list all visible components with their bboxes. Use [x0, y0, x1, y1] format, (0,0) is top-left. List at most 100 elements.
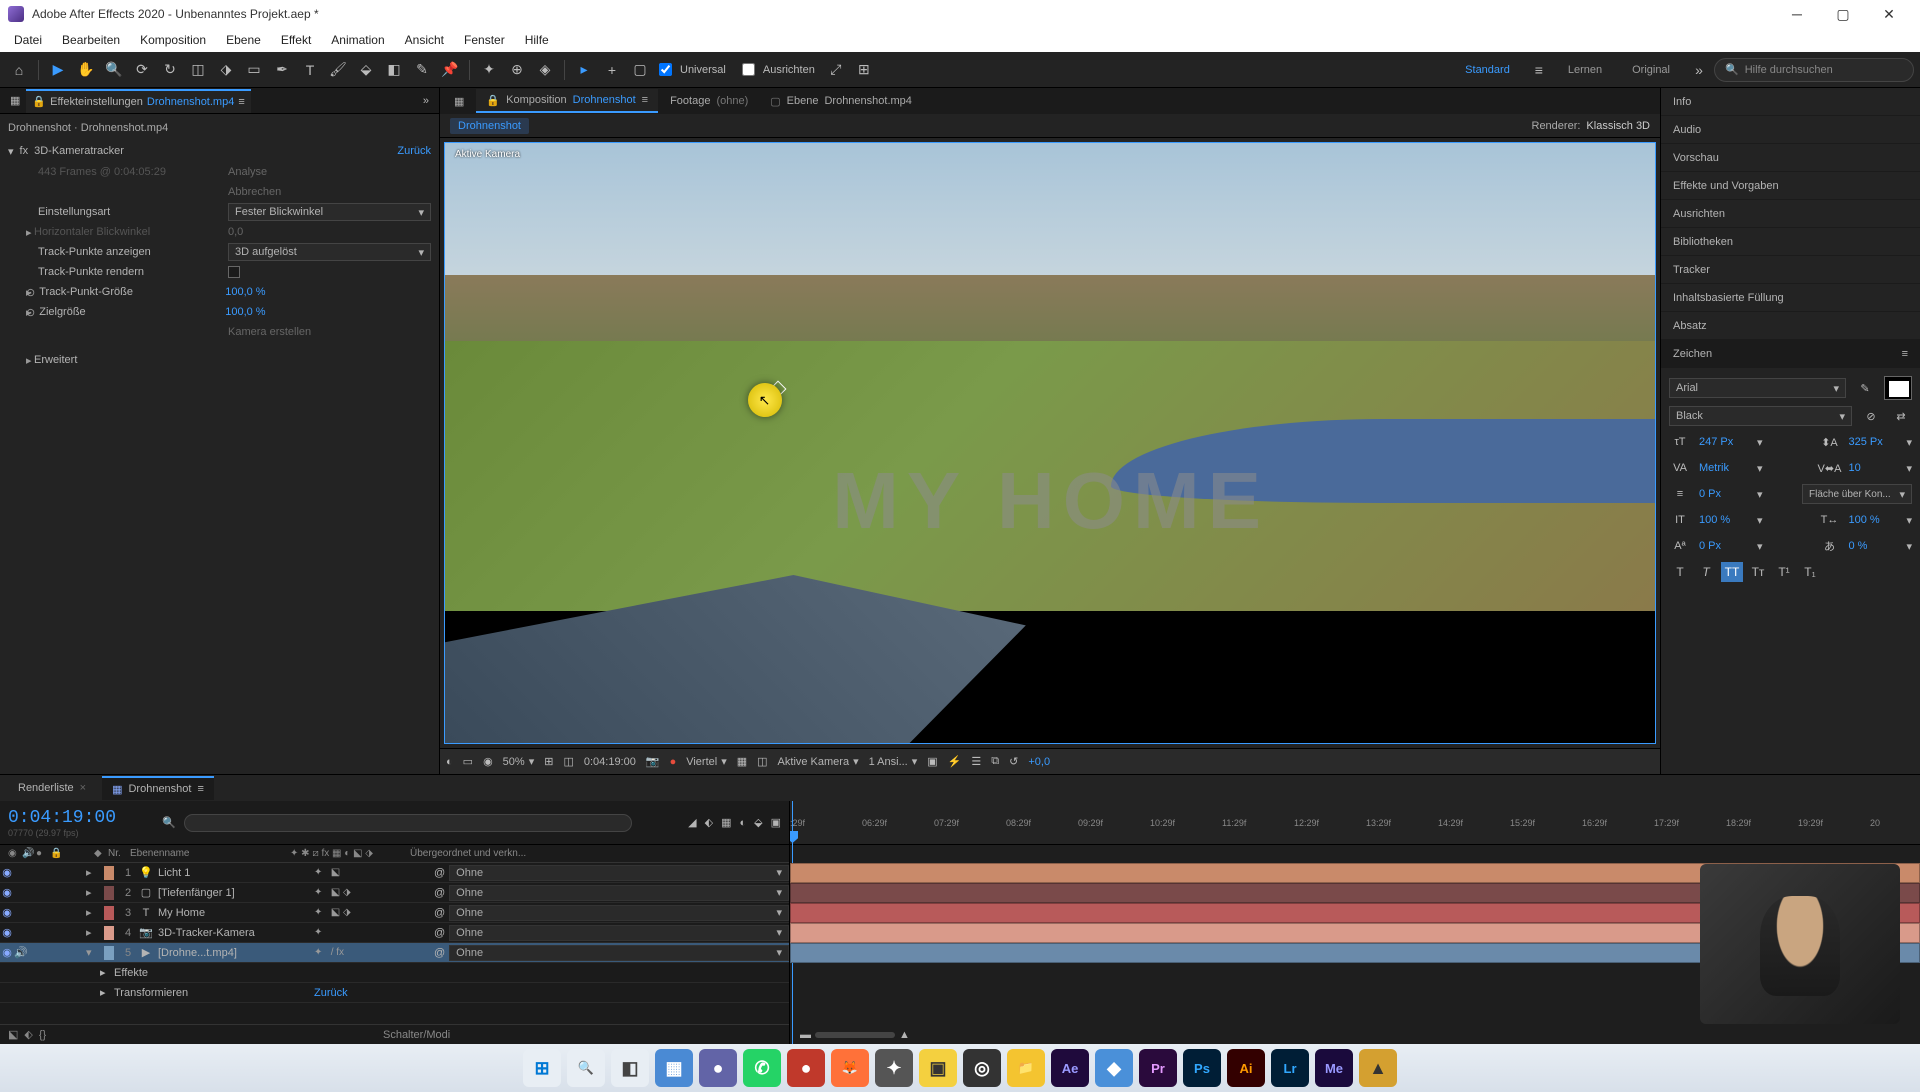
parent-dropdown[interactable]: Ohne▾: [449, 885, 789, 901]
close-button[interactable]: ✕: [1866, 0, 1912, 28]
taskbar-whatsapp[interactable]: ✆: [743, 1049, 781, 1087]
tpg-twirl-icon[interactable]: ▸: [8, 286, 26, 299]
brush-tool-icon[interactable]: 🖌: [325, 57, 351, 83]
taskbar-app3[interactable]: ◆: [1095, 1049, 1133, 1087]
roi-icon[interactable]: ◫: [563, 755, 573, 768]
advanced-twirl-icon[interactable]: ▸: [8, 354, 26, 367]
flowchart-icon[interactable]: ⧉: [991, 755, 999, 768]
channel-icon[interactable]: ▭: [463, 755, 473, 768]
layer-row[interactable]: ◉ ▸ 4 📷 3D-Tracker-Kamera ✦ @Ohne▾: [0, 923, 789, 943]
tab-menu-icon[interactable]: ≡: [238, 96, 244, 108]
stamp-tool-icon[interactable]: ⬙: [353, 57, 379, 83]
zoom-in-icon[interactable]: ▲: [899, 1029, 910, 1041]
panel-tab-audio[interactable]: Audio: [1661, 116, 1920, 144]
character-panel-tab[interactable]: Zeichen≡: [1661, 340, 1920, 368]
color-mgmt-icon[interactable]: ●: [670, 756, 677, 768]
taskbar-search[interactable]: 🔍: [567, 1049, 605, 1087]
brainstorm-icon[interactable]: ▣: [771, 816, 781, 829]
baseline-value[interactable]: 0 Px: [1699, 540, 1749, 552]
snap-icon[interactable]: ▸: [571, 57, 597, 83]
project-mini-icon[interactable]: ▦: [444, 89, 474, 113]
pen-tool-icon[interactable]: ✒: [269, 57, 295, 83]
track-point-size-value[interactable]: 100,0 %: [225, 286, 431, 298]
layer-twirl-icon[interactable]: ▸: [86, 866, 100, 879]
align-checkbox[interactable]: [742, 63, 755, 76]
taskbar-pr[interactable]: Pr: [1139, 1049, 1177, 1087]
vscale-value[interactable]: 100 %: [1699, 514, 1749, 526]
exposure-reset-icon[interactable]: ↺: [1009, 755, 1018, 768]
taskbar-obs[interactable]: ◎: [963, 1049, 1001, 1087]
menu-datei[interactable]: Datei: [4, 33, 52, 47]
font-size-value[interactable]: 247 Px: [1699, 436, 1749, 448]
camera-view-dropdown[interactable]: Aktive Kamera ▾: [778, 755, 859, 768]
smallcaps-button[interactable]: Tᴛ: [1747, 562, 1769, 582]
fx-reset-link[interactable]: Zurück: [397, 145, 431, 157]
view-axis-icon[interactable]: ◈: [532, 57, 558, 83]
taskbar-ai[interactable]: Ai: [1227, 1049, 1265, 1087]
home-icon[interactable]: ⌂: [6, 57, 32, 83]
timeline-icon[interactable]: ☰: [971, 755, 981, 768]
views-dropdown[interactable]: 1 Ansi... ▾: [869, 755, 918, 768]
render-queue-tab[interactable]: Renderliste×: [8, 776, 96, 800]
workspace-learn[interactable]: Lernen: [1554, 64, 1616, 76]
visibility-icon[interactable]: ◉: [0, 906, 14, 919]
zoom-slider[interactable]: [815, 1032, 895, 1038]
layer-twirl-icon[interactable]: ▸: [86, 926, 100, 939]
puppet-tool-icon[interactable]: 📌: [437, 57, 463, 83]
layer-row[interactable]: ◉ ▸ 2 ▢ [Tiefenfänger 1] ✦ ⬕ ⬗ @Ohne▾: [0, 883, 789, 903]
text-tool-icon[interactable]: T: [297, 57, 323, 83]
exposure-value[interactable]: +0,0: [1028, 756, 1050, 768]
3d-icon[interactable]: ◫: [757, 755, 767, 768]
toggle-modes-icon[interactable]: ⬖: [24, 1028, 32, 1041]
tracking-value[interactable]: 10: [1848, 462, 1898, 474]
draft3d-icon[interactable]: ⬖: [705, 816, 713, 829]
transform-twirl-icon[interactable]: ▸: [100, 986, 114, 999]
taskbar-app2[interactable]: ✦: [875, 1049, 913, 1087]
taskbar-ae[interactable]: Ae: [1051, 1049, 1089, 1087]
fx-toggle-icon[interactable]: fx: [20, 145, 29, 157]
menu-fenster[interactable]: Fenster: [454, 33, 515, 47]
taskbar-app1[interactable]: ●: [787, 1049, 825, 1087]
layer-search-input[interactable]: [184, 814, 632, 832]
taskbar-teams[interactable]: ●: [699, 1049, 737, 1087]
hscale-value[interactable]: 100 %: [1848, 514, 1898, 526]
comp-breadcrumb[interactable]: Drohnenshot: [450, 118, 529, 134]
snap-box-icon[interactable]: ▢: [627, 57, 653, 83]
layer-twirl-icon[interactable]: ▾: [86, 946, 100, 959]
project-panel-icon[interactable]: ▦: [4, 89, 26, 113]
menu-effekt[interactable]: Effekt: [271, 33, 321, 47]
taskbar-me[interactable]: Me: [1315, 1049, 1353, 1087]
fast-preview-icon[interactable]: ⚡: [948, 755, 962, 768]
mesh-icon[interactable]: ⊞: [851, 57, 877, 83]
timeline-comp-tab[interactable]: ▦Drohnenshot≡: [102, 776, 214, 800]
taskbar-start[interactable]: ⊞: [523, 1049, 561, 1087]
menu-ansicht[interactable]: Ansicht: [395, 33, 454, 47]
label-color[interactable]: [104, 926, 114, 940]
shot-type-dropdown[interactable]: Fester Blickwinkel▾: [228, 203, 431, 221]
effect-controls-tab[interactable]: 🔒 Effekteinstellungen Drohnenshot.mp4 ≡: [26, 89, 250, 113]
help-search[interactable]: 🔍 Hilfe durchsuchen: [1714, 58, 1914, 82]
workspace-menu-icon[interactable]: ≡: [1526, 57, 1552, 83]
minimize-button[interactable]: ─: [1774, 0, 1820, 28]
taskbar-app4[interactable]: ▲: [1359, 1049, 1397, 1087]
current-timecode[interactable]: 0:04:19:00: [8, 808, 116, 828]
label-color[interactable]: [104, 906, 114, 920]
maximize-button[interactable]: ▢: [1820, 0, 1866, 28]
parent-dropdown[interactable]: Ohne▾: [449, 905, 789, 921]
tsume-value[interactable]: 0 %: [1848, 540, 1898, 552]
taskbar-files[interactable]: 📁: [1007, 1049, 1045, 1087]
frame-blend-icon[interactable]: ▦: [721, 816, 731, 829]
stroke-width-value[interactable]: 0 Px: [1699, 488, 1749, 500]
eraser-tool-icon[interactable]: ◧: [381, 57, 407, 83]
audio-icon[interactable]: 🔊: [14, 946, 28, 959]
panel-tab-bibliotheken[interactable]: Bibliotheken: [1661, 228, 1920, 256]
layer-twirl-icon[interactable]: ▸: [86, 906, 100, 919]
panel-tab-ausrichten[interactable]: Ausrichten: [1661, 200, 1920, 228]
camera-tool-icon[interactable]: ◫: [185, 57, 211, 83]
label-color[interactable]: [104, 886, 114, 900]
font-weight-dropdown[interactable]: Black▾: [1669, 406, 1852, 426]
pickwhip-icon[interactable]: @: [434, 867, 445, 879]
graph-editor-icon[interactable]: ⬙: [754, 816, 762, 829]
rotate-tool-icon[interactable]: ↻: [157, 57, 183, 83]
pickwhip-icon[interactable]: @: [434, 947, 445, 959]
